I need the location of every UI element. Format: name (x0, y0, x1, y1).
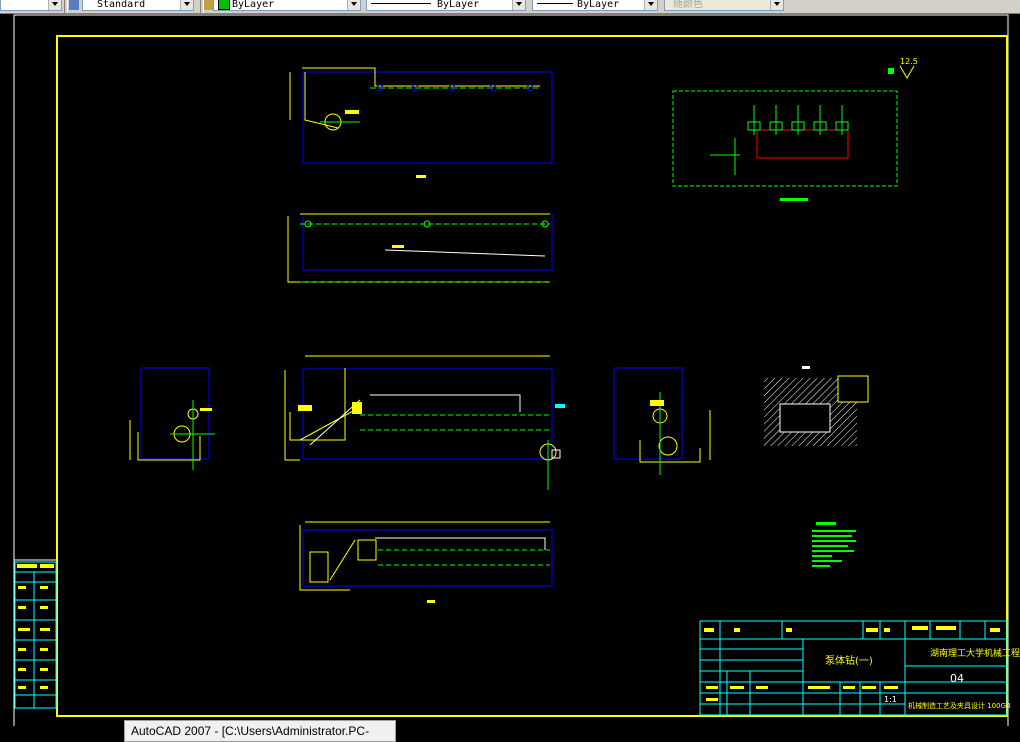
text-style-combo[interactable]: Standard (82, 0, 194, 11)
autocad-window-tab[interactable]: AutoCAD 2007 - [C:\Users\Administrator.P… (124, 720, 396, 742)
view-top-fixture (289, 67, 553, 178)
view-hatched-detail (764, 366, 869, 446)
toolbar-separator (64, 0, 68, 13)
statusbar-gap (0, 726, 124, 742)
lineweight-preview (537, 3, 573, 4)
left-table-marks (17, 564, 54, 689)
linetype-preview (371, 3, 431, 4)
roughness-value: 12.5 (900, 57, 918, 66)
text-style-combo-partial[interactable] (0, 0, 62, 11)
plot-style-combo[interactable]: 随颜色 (664, 0, 784, 11)
model-space-canvas[interactable]: 12.5 泵体钻(一) 湖南理工大学机械工程学院 04 (0, 14, 1020, 736)
view-left-side (129, 367, 215, 470)
text-style-icon (69, 0, 79, 10)
cad-drawing: 12.5 泵体钻(一) 湖南理工大学机械工程学院 04 (13, 14, 1020, 736)
linetype-combo[interactable]: ByLayer (366, 0, 526, 11)
window-title: AutoCAD 2007 - [C:\Users\Administrator.P… (131, 724, 370, 738)
drawing-name: 泵体钻(一) (825, 654, 873, 667)
title-block (699, 620, 1008, 716)
linetype-value: ByLayer (437, 0, 480, 10)
school-name: 湖南理工大学机械工程学院 (930, 647, 1020, 659)
view-front-fixture (287, 213, 553, 283)
drawing-scale: 1:1 (884, 695, 897, 704)
technical-requirements-block (812, 522, 856, 567)
lineweight-combo[interactable]: ByLayer (532, 0, 658, 11)
hydraulic-schematic (672, 90, 898, 201)
text-style-value: Standard (97, 0, 146, 10)
color-value: ByLayer (232, 0, 275, 10)
view-right-side (613, 367, 711, 475)
color-combo[interactable]: ByLayer (213, 0, 361, 11)
properties-toolbar: Standard ByLayer ByLayer ByLayer 随颜色 (0, 0, 1020, 14)
sheet-outer-border (13, 14, 1009, 736)
view-bottom-fixture (299, 521, 553, 603)
view-section-fixture (284, 355, 565, 490)
title-note: 机械制造工艺及夹具设计 100GB (908, 701, 1011, 710)
drawing-number: 04 (950, 672, 964, 685)
color-swatch (218, 0, 230, 10)
plot-style-value: 随颜色 (673, 0, 703, 10)
lineweight-value: ByLayer (577, 0, 620, 10)
roughness-mark: 12.5 (888, 57, 918, 79)
